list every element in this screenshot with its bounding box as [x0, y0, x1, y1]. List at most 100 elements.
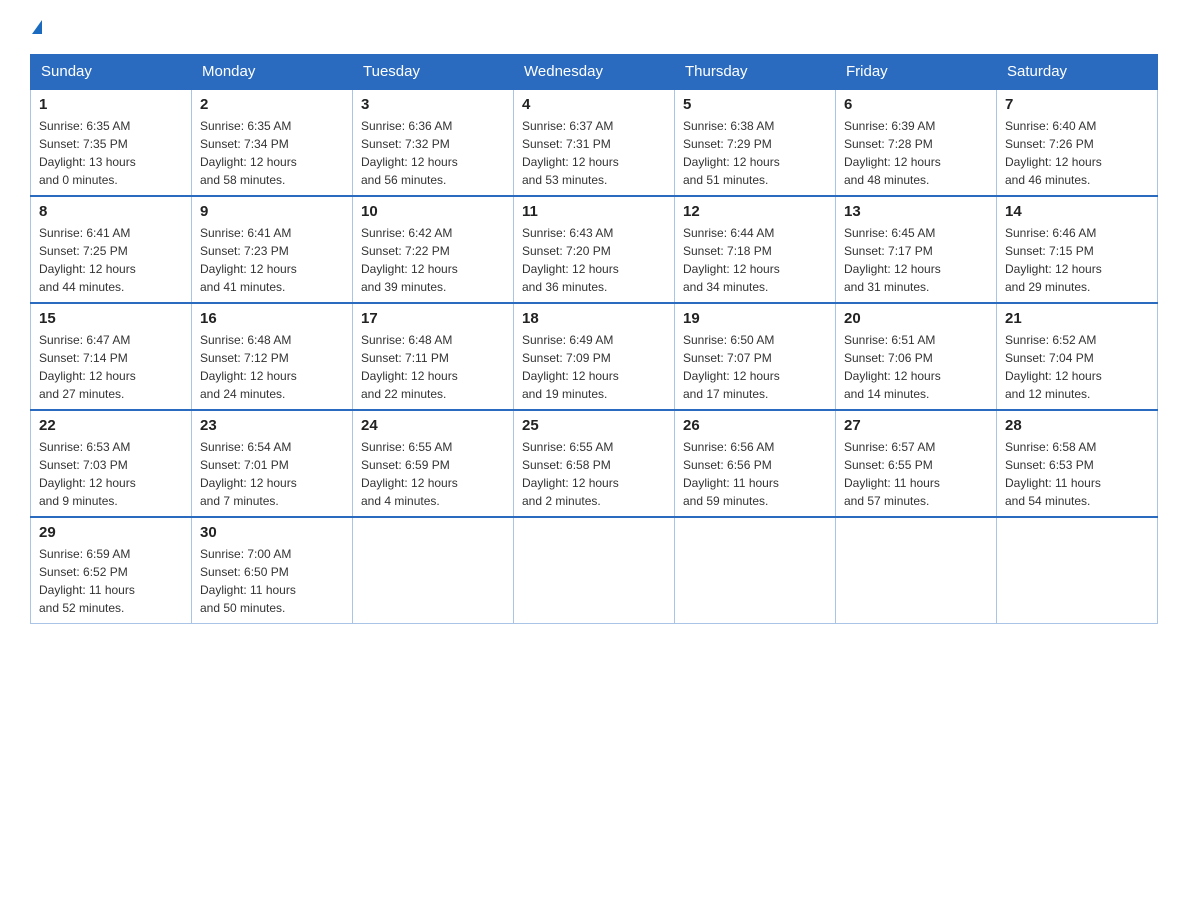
day-info: Sunrise: 6:38 AMSunset: 7:29 PMDaylight:…: [683, 119, 780, 187]
day-number: 8: [39, 203, 183, 220]
calendar-header-row: SundayMondayTuesdayWednesdayThursdayFrid…: [31, 55, 1158, 90]
calendar-cell: 8 Sunrise: 6:41 AMSunset: 7:25 PMDayligh…: [31, 196, 192, 303]
header-friday: Friday: [836, 55, 997, 90]
calendar-week-row: 22 Sunrise: 6:53 AMSunset: 7:03 PMDaylig…: [31, 410, 1158, 517]
header-thursday: Thursday: [675, 55, 836, 90]
calendar-cell: 30 Sunrise: 7:00 AMSunset: 6:50 PMDaylig…: [192, 517, 353, 624]
calendar-cell: 4 Sunrise: 6:37 AMSunset: 7:31 PMDayligh…: [514, 89, 675, 196]
calendar-cell: [675, 517, 836, 624]
day-number: 4: [522, 96, 666, 113]
day-info: Sunrise: 6:50 AMSunset: 7:07 PMDaylight:…: [683, 333, 780, 401]
day-number: 13: [844, 203, 988, 220]
calendar-cell: [514, 517, 675, 624]
calendar-cell: 9 Sunrise: 6:41 AMSunset: 7:23 PMDayligh…: [192, 196, 353, 303]
day-number: 22: [39, 417, 183, 434]
calendar-cell: 5 Sunrise: 6:38 AMSunset: 7:29 PMDayligh…: [675, 89, 836, 196]
calendar-cell: [353, 517, 514, 624]
day-number: 30: [200, 524, 344, 541]
day-number: 27: [844, 417, 988, 434]
day-number: 2: [200, 96, 344, 113]
calendar-cell: 14 Sunrise: 6:46 AMSunset: 7:15 PMDaylig…: [997, 196, 1158, 303]
day-number: 14: [1005, 203, 1149, 220]
calendar-cell: 25 Sunrise: 6:55 AMSunset: 6:58 PMDaylig…: [514, 410, 675, 517]
day-info: Sunrise: 6:56 AMSunset: 6:56 PMDaylight:…: [683, 440, 779, 508]
day-info: Sunrise: 6:41 AMSunset: 7:25 PMDaylight:…: [39, 226, 136, 294]
calendar-cell: 1 Sunrise: 6:35 AMSunset: 7:35 PMDayligh…: [31, 89, 192, 196]
day-info: Sunrise: 6:55 AMSunset: 6:59 PMDaylight:…: [361, 440, 458, 508]
day-number: 5: [683, 96, 827, 113]
calendar-cell: 21 Sunrise: 6:52 AMSunset: 7:04 PMDaylig…: [997, 303, 1158, 410]
day-number: 23: [200, 417, 344, 434]
calendar-cell: 7 Sunrise: 6:40 AMSunset: 7:26 PMDayligh…: [997, 89, 1158, 196]
day-info: Sunrise: 7:00 AMSunset: 6:50 PMDaylight:…: [200, 547, 296, 615]
day-info: Sunrise: 6:45 AMSunset: 7:17 PMDaylight:…: [844, 226, 941, 294]
day-info: Sunrise: 6:40 AMSunset: 7:26 PMDaylight:…: [1005, 119, 1102, 187]
day-info: Sunrise: 6:46 AMSunset: 7:15 PMDaylight:…: [1005, 226, 1102, 294]
day-info: Sunrise: 6:41 AMSunset: 7:23 PMDaylight:…: [200, 226, 297, 294]
calendar-cell: [836, 517, 997, 624]
day-info: Sunrise: 6:52 AMSunset: 7:04 PMDaylight:…: [1005, 333, 1102, 401]
day-number: 28: [1005, 417, 1149, 434]
header-sunday: Sunday: [31, 55, 192, 90]
day-number: 12: [683, 203, 827, 220]
day-number: 20: [844, 310, 988, 327]
calendar-table: SundayMondayTuesdayWednesdayThursdayFrid…: [30, 54, 1158, 624]
calendar-cell: 17 Sunrise: 6:48 AMSunset: 7:11 PMDaylig…: [353, 303, 514, 410]
day-number: 24: [361, 417, 505, 434]
day-number: 19: [683, 310, 827, 327]
day-info: Sunrise: 6:51 AMSunset: 7:06 PMDaylight:…: [844, 333, 941, 401]
calendar-cell: 26 Sunrise: 6:56 AMSunset: 6:56 PMDaylig…: [675, 410, 836, 517]
header-monday: Monday: [192, 55, 353, 90]
page-header: [30, 20, 1158, 38]
calendar-cell: 23 Sunrise: 6:54 AMSunset: 7:01 PMDaylig…: [192, 410, 353, 517]
calendar-week-row: 8 Sunrise: 6:41 AMSunset: 7:25 PMDayligh…: [31, 196, 1158, 303]
calendar-cell: 19 Sunrise: 6:50 AMSunset: 7:07 PMDaylig…: [675, 303, 836, 410]
day-info: Sunrise: 6:35 AMSunset: 7:34 PMDaylight:…: [200, 119, 297, 187]
day-info: Sunrise: 6:48 AMSunset: 7:12 PMDaylight:…: [200, 333, 297, 401]
calendar-cell: 3 Sunrise: 6:36 AMSunset: 7:32 PMDayligh…: [353, 89, 514, 196]
header-saturday: Saturday: [997, 55, 1158, 90]
day-info: Sunrise: 6:36 AMSunset: 7:32 PMDaylight:…: [361, 119, 458, 187]
day-number: 7: [1005, 96, 1149, 113]
day-info: Sunrise: 6:44 AMSunset: 7:18 PMDaylight:…: [683, 226, 780, 294]
day-number: 15: [39, 310, 183, 327]
calendar-cell: 22 Sunrise: 6:53 AMSunset: 7:03 PMDaylig…: [31, 410, 192, 517]
day-info: Sunrise: 6:48 AMSunset: 7:11 PMDaylight:…: [361, 333, 458, 401]
calendar-cell: 29 Sunrise: 6:59 AMSunset: 6:52 PMDaylig…: [31, 517, 192, 624]
day-number: 10: [361, 203, 505, 220]
day-number: 17: [361, 310, 505, 327]
calendar-week-row: 29 Sunrise: 6:59 AMSunset: 6:52 PMDaylig…: [31, 517, 1158, 624]
calendar-cell: 15 Sunrise: 6:47 AMSunset: 7:14 PMDaylig…: [31, 303, 192, 410]
calendar-cell: 2 Sunrise: 6:35 AMSunset: 7:34 PMDayligh…: [192, 89, 353, 196]
calendar-cell: 12 Sunrise: 6:44 AMSunset: 7:18 PMDaylig…: [675, 196, 836, 303]
day-number: 29: [39, 524, 183, 541]
calendar-cell: 27 Sunrise: 6:57 AMSunset: 6:55 PMDaylig…: [836, 410, 997, 517]
calendar-cell: [997, 517, 1158, 624]
day-info: Sunrise: 6:53 AMSunset: 7:03 PMDaylight:…: [39, 440, 136, 508]
calendar-week-row: 15 Sunrise: 6:47 AMSunset: 7:14 PMDaylig…: [31, 303, 1158, 410]
calendar-cell: 24 Sunrise: 6:55 AMSunset: 6:59 PMDaylig…: [353, 410, 514, 517]
calendar-cell: 16 Sunrise: 6:48 AMSunset: 7:12 PMDaylig…: [192, 303, 353, 410]
day-info: Sunrise: 6:58 AMSunset: 6:53 PMDaylight:…: [1005, 440, 1101, 508]
calendar-cell: 18 Sunrise: 6:49 AMSunset: 7:09 PMDaylig…: [514, 303, 675, 410]
day-info: Sunrise: 6:55 AMSunset: 6:58 PMDaylight:…: [522, 440, 619, 508]
day-number: 18: [522, 310, 666, 327]
day-number: 25: [522, 417, 666, 434]
day-info: Sunrise: 6:42 AMSunset: 7:22 PMDaylight:…: [361, 226, 458, 294]
calendar-cell: 10 Sunrise: 6:42 AMSunset: 7:22 PMDaylig…: [353, 196, 514, 303]
day-info: Sunrise: 6:57 AMSunset: 6:55 PMDaylight:…: [844, 440, 940, 508]
day-number: 11: [522, 203, 666, 220]
calendar-week-row: 1 Sunrise: 6:35 AMSunset: 7:35 PMDayligh…: [31, 89, 1158, 196]
day-number: 1: [39, 96, 183, 113]
day-info: Sunrise: 6:49 AMSunset: 7:09 PMDaylight:…: [522, 333, 619, 401]
day-info: Sunrise: 6:47 AMSunset: 7:14 PMDaylight:…: [39, 333, 136, 401]
day-number: 6: [844, 96, 988, 113]
day-number: 21: [1005, 310, 1149, 327]
calendar-cell: 20 Sunrise: 6:51 AMSunset: 7:06 PMDaylig…: [836, 303, 997, 410]
day-info: Sunrise: 6:43 AMSunset: 7:20 PMDaylight:…: [522, 226, 619, 294]
day-info: Sunrise: 6:35 AMSunset: 7:35 PMDaylight:…: [39, 119, 136, 187]
calendar-cell: 13 Sunrise: 6:45 AMSunset: 7:17 PMDaylig…: [836, 196, 997, 303]
calendar-cell: 28 Sunrise: 6:58 AMSunset: 6:53 PMDaylig…: [997, 410, 1158, 517]
header-wednesday: Wednesday: [514, 55, 675, 90]
calendar-cell: 11 Sunrise: 6:43 AMSunset: 7:20 PMDaylig…: [514, 196, 675, 303]
